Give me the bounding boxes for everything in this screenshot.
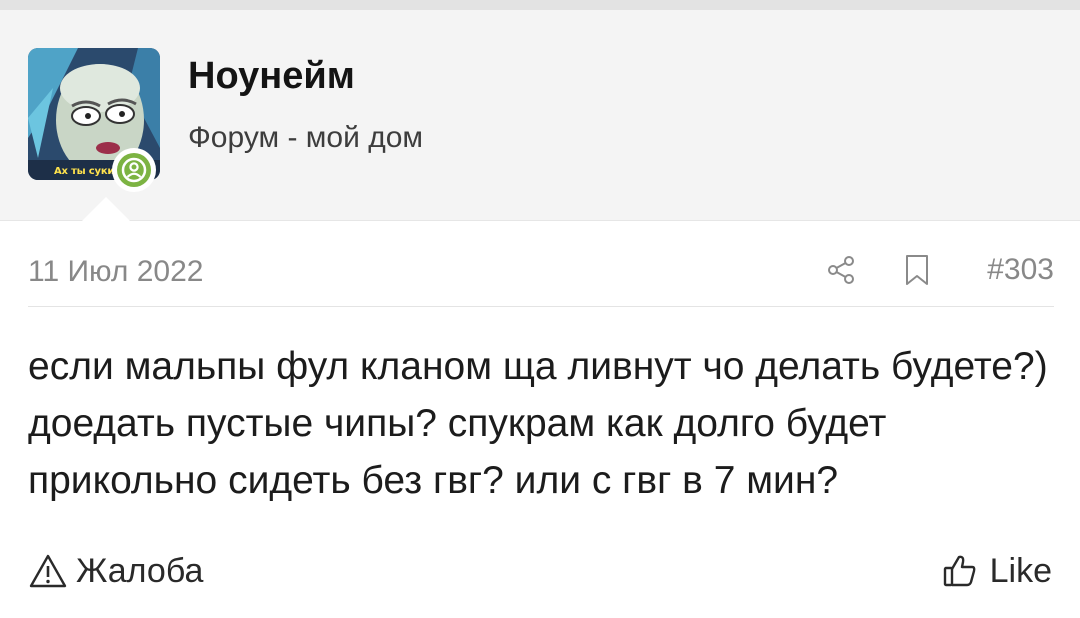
top-strip xyxy=(0,0,1080,10)
post-message: если мальпы фул кланом ща ливнут чо дела… xyxy=(28,345,1048,502)
header-pointer xyxy=(82,197,130,221)
share-icon[interactable] xyxy=(825,254,857,286)
warning-triangle-icon xyxy=(29,554,67,588)
online-status-badge xyxy=(112,148,156,192)
thumbs-up-icon xyxy=(943,555,976,587)
report-label: Жалоба xyxy=(76,551,204,590)
report-button[interactable]: Жалоба xyxy=(28,548,203,594)
like-button[interactable]: Like xyxy=(942,548,1052,594)
user-title: Форум - мой дом xyxy=(188,121,424,154)
username[interactable]: Ноунейм xyxy=(188,54,355,98)
bookmark-icon[interactable] xyxy=(901,254,933,286)
post-author-header: Ах ты сукин Ноунейм Форум - мой дом xyxy=(0,10,1080,221)
avatar-caption: Ах ты сукин xyxy=(54,166,121,177)
user-online-icon xyxy=(121,157,147,183)
post-meta-bar: 11 Июл 2022 #303 xyxy=(28,248,1054,307)
post-date[interactable]: 11 Июл 2022 xyxy=(28,255,203,289)
post-number-link[interactable]: #303 xyxy=(987,253,1054,287)
like-label: Like xyxy=(989,551,1052,590)
